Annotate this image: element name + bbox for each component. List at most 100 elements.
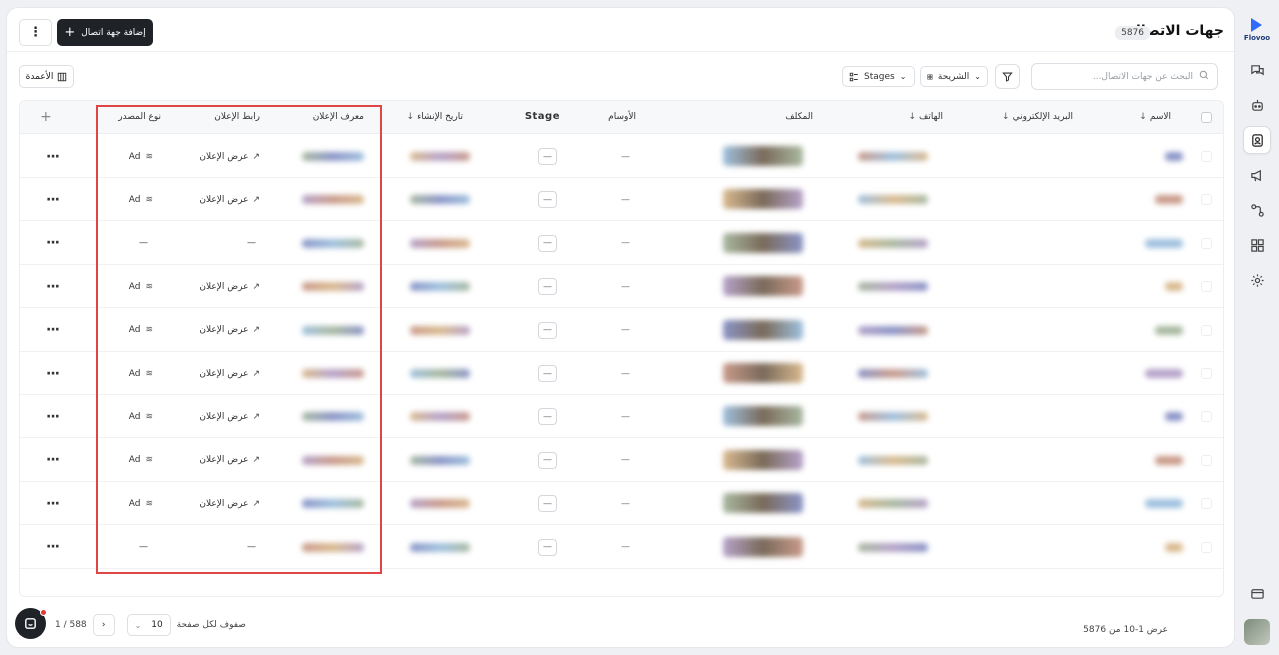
row-checkbox[interactable] [1201,281,1212,293]
ad-link[interactable]: عرض الإعلان [199,325,248,335]
ad-link-cell[interactable]: ↗ عرض الإعلان [199,352,260,395]
filter-button[interactable] [995,64,1020,89]
ad-link[interactable]: عرض الإعلان [199,499,248,509]
ad-link[interactable]: — [247,542,256,552]
stage-cell[interactable]: — [538,222,557,265]
search-input[interactable]: البحث عن جهات الاتصال... [1031,63,1218,90]
stage-cell[interactable]: — [538,395,557,438]
ad-link-cell[interactable]: ↗ عرض الإعلان [199,439,260,482]
column-header-name[interactable]: الاسم ↓ [1139,112,1171,122]
ad-link-cell[interactable]: ↗ عرض الإعلان [199,395,260,438]
row-checkbox[interactable] [1201,498,1212,510]
chats-icon[interactable] [1243,56,1271,84]
column-header-ad-id[interactable]: معرف الإعلان [313,112,364,122]
stage-cell[interactable]: — [538,135,557,178]
brand-logo[interactable]: Flovoo [1244,18,1270,42]
stages-dropdown[interactable]: Stages ⌄ [842,66,915,87]
settings-icon[interactable] [1243,266,1271,294]
ad-link[interactable]: عرض الإعلان [199,412,248,422]
stage-select[interactable]: — [538,408,557,426]
contacts-icon[interactable] [1243,126,1271,154]
table-row[interactable]: — — — — ··· [20,222,1223,265]
stage-cell[interactable]: — [538,352,557,395]
ad-link-cell[interactable]: ↗ عرض الإعلان [199,482,260,525]
ad-link[interactable]: عرض الإعلان [199,152,248,162]
ad-link-cell[interactable]: ↗ عرض الإعلان [199,265,260,308]
row-actions-button[interactable]: ··· [46,265,60,308]
row-actions-button[interactable]: ··· [46,526,60,569]
stage-select[interactable]: — [538,538,557,556]
column-header-stage[interactable]: Stage [525,111,560,122]
row-actions-button[interactable]: ··· [46,222,60,265]
row-actions-button[interactable]: ··· [46,352,60,395]
table-row[interactable]: — — ↗ عرض الإعلان ≋ Ad ··· [20,309,1223,352]
add-contact-button[interactable]: إضافة جهة اتصال + [57,19,153,46]
row-actions-button[interactable]: ··· [46,395,60,438]
segment-view-dropdown[interactable]: الشريحة ⌄ [920,66,988,87]
add-column-icon[interactable]: + [40,109,52,125]
row-checkbox[interactable] [1201,454,1212,466]
table-row[interactable]: — — — — ··· [20,526,1223,569]
ad-link[interactable]: عرض الإعلان [199,282,248,292]
table-row[interactable]: — — ↗ عرض الإعلان ≋ Ad ··· [20,135,1223,178]
billing-card-icon[interactable] [1243,579,1271,607]
row-checkbox[interactable] [1201,237,1212,249]
stage-select[interactable]: — [538,234,557,252]
table-row[interactable]: — — ↗ عرض الإعلان ≋ Ad ··· [20,178,1223,222]
row-checkbox[interactable] [1201,151,1212,162]
user-avatar[interactable] [1244,619,1270,645]
stage-select[interactable]: — [538,321,557,339]
column-header-source-type[interactable]: نوع المصدر [118,112,161,122]
select-all-checkbox[interactable] [1201,112,1212,123]
ad-link-cell[interactable]: — [247,222,260,265]
stage-cell[interactable]: — [538,439,557,482]
column-header-email[interactable]: البريد الإلكتروني ↓ [1002,112,1073,122]
row-checkbox[interactable] [1201,324,1212,336]
row-checkbox[interactable] [1201,368,1212,379]
next-page-button[interactable]: › [92,614,115,636]
stage-cell[interactable]: — [538,178,557,221]
table-row[interactable]: — — ↗ عرض الإعلان ≋ Ad ··· [20,395,1223,439]
row-actions-button[interactable]: ··· [46,439,60,482]
column-header-assignee[interactable]: المكلف [785,112,813,122]
row-actions-button[interactable]: ··· [46,309,60,352]
column-header-ad-link[interactable]: رابط الإعلان [214,112,260,122]
stage-select[interactable]: — [538,495,557,513]
more-options-button[interactable]: ⋮ [19,19,52,46]
stage-cell[interactable]: — [538,526,557,569]
ad-link-cell[interactable]: ↗ عرض الإعلان [199,178,260,221]
columns-button[interactable]: الأعمدة [19,65,74,88]
bot-icon[interactable] [1243,91,1271,119]
column-header-phone[interactable]: الهاتف ↓ [908,112,943,122]
ad-link-cell[interactable]: ↗ عرض الإعلان [199,135,260,178]
ad-link-cell[interactable]: — [247,526,260,569]
ad-link[interactable]: — [247,238,256,248]
row-actions-button[interactable]: ··· [46,135,60,178]
stage-select[interactable]: — [538,191,557,209]
stage-cell[interactable]: — [538,482,557,525]
stage-cell[interactable]: — [538,265,557,308]
megaphone-icon[interactable] [1243,161,1271,189]
column-header-tags[interactable]: الأوسام [608,112,636,122]
table-row[interactable]: — — ↗ عرض الإعلان ≋ Ad ··· [20,265,1223,309]
table-row[interactable]: — — ↗ عرض الإعلان ≋ Ad ··· [20,482,1223,526]
row-checkbox[interactable] [1201,541,1212,553]
rows-per-page-select[interactable]: ⌄ 10 [126,614,171,636]
stage-cell[interactable]: — [538,309,557,352]
stage-select[interactable]: — [538,365,557,382]
row-checkbox[interactable] [1201,194,1212,206]
table-row[interactable]: — — ↗ عرض الإعلان ≋ Ad ··· [20,439,1223,482]
stage-select[interactable]: — [538,451,557,469]
apps-grid-icon[interactable] [1243,231,1271,259]
table-row[interactable]: — — ↗ عرض الإعلان ≋ Ad ··· [20,352,1223,395]
stage-select[interactable]: — [538,278,557,296]
stage-select[interactable]: — [538,148,557,165]
ad-link[interactable]: عرض الإعلان [199,455,248,465]
row-actions-button[interactable]: ··· [46,482,60,525]
row-actions-button[interactable]: ··· [46,178,60,221]
column-header-created[interactable]: تاريخ الإنشاء ↓ [407,112,463,122]
ad-link[interactable]: عرض الإعلان [199,195,248,205]
workflow-icon[interactable] [1243,196,1271,224]
ad-link[interactable]: عرض الإعلان [199,369,248,379]
ad-link-cell[interactable]: ↗ عرض الإعلان [199,309,260,352]
